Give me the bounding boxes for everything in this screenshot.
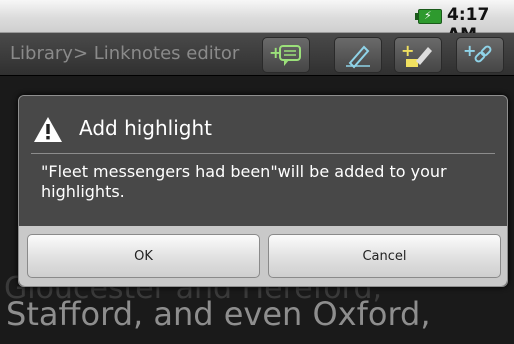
dialog-divider: [31, 153, 495, 154]
dialog-button-bar: OK Cancel: [19, 226, 507, 286]
dialog-body: Add highlight "Fleet messengers had been…: [19, 96, 507, 234]
add-highlight-dialog: Add highlight "Fleet messengers had been…: [18, 95, 508, 287]
svg-text:+: +: [401, 41, 414, 60]
ok-button[interactable]: OK: [27, 234, 260, 278]
dialog-title: Add highlight: [79, 116, 213, 140]
add-highlight-icon: +: [401, 41, 432, 67]
battery-charging-icon: ⚡: [415, 9, 442, 24]
add-link-button[interactable]: +: [456, 37, 504, 73]
add-highlight-button[interactable]: +: [394, 37, 442, 73]
edit-link-button[interactable]: [334, 37, 382, 73]
status-bar: ⚡ 4:17 AM: [0, 0, 514, 45]
cancel-button[interactable]: Cancel: [268, 234, 501, 278]
svg-text:+: +: [463, 41, 476, 60]
app-title-bar: Library> Linknotes editor + + +: [0, 33, 514, 75]
dialog-message: "Fleet messengers had been"will be added…: [41, 162, 447, 201]
add-link-icon: +: [463, 41, 492, 63]
link-edit-icon: [346, 45, 370, 69]
warning-icon: [34, 117, 62, 142]
add-note-icon: +: [269, 43, 301, 66]
app-title: Library> Linknotes editor: [10, 43, 240, 64]
add-note-button[interactable]: +: [262, 37, 310, 73]
document-text-line: Stafford, and even Oxford,: [6, 295, 431, 333]
